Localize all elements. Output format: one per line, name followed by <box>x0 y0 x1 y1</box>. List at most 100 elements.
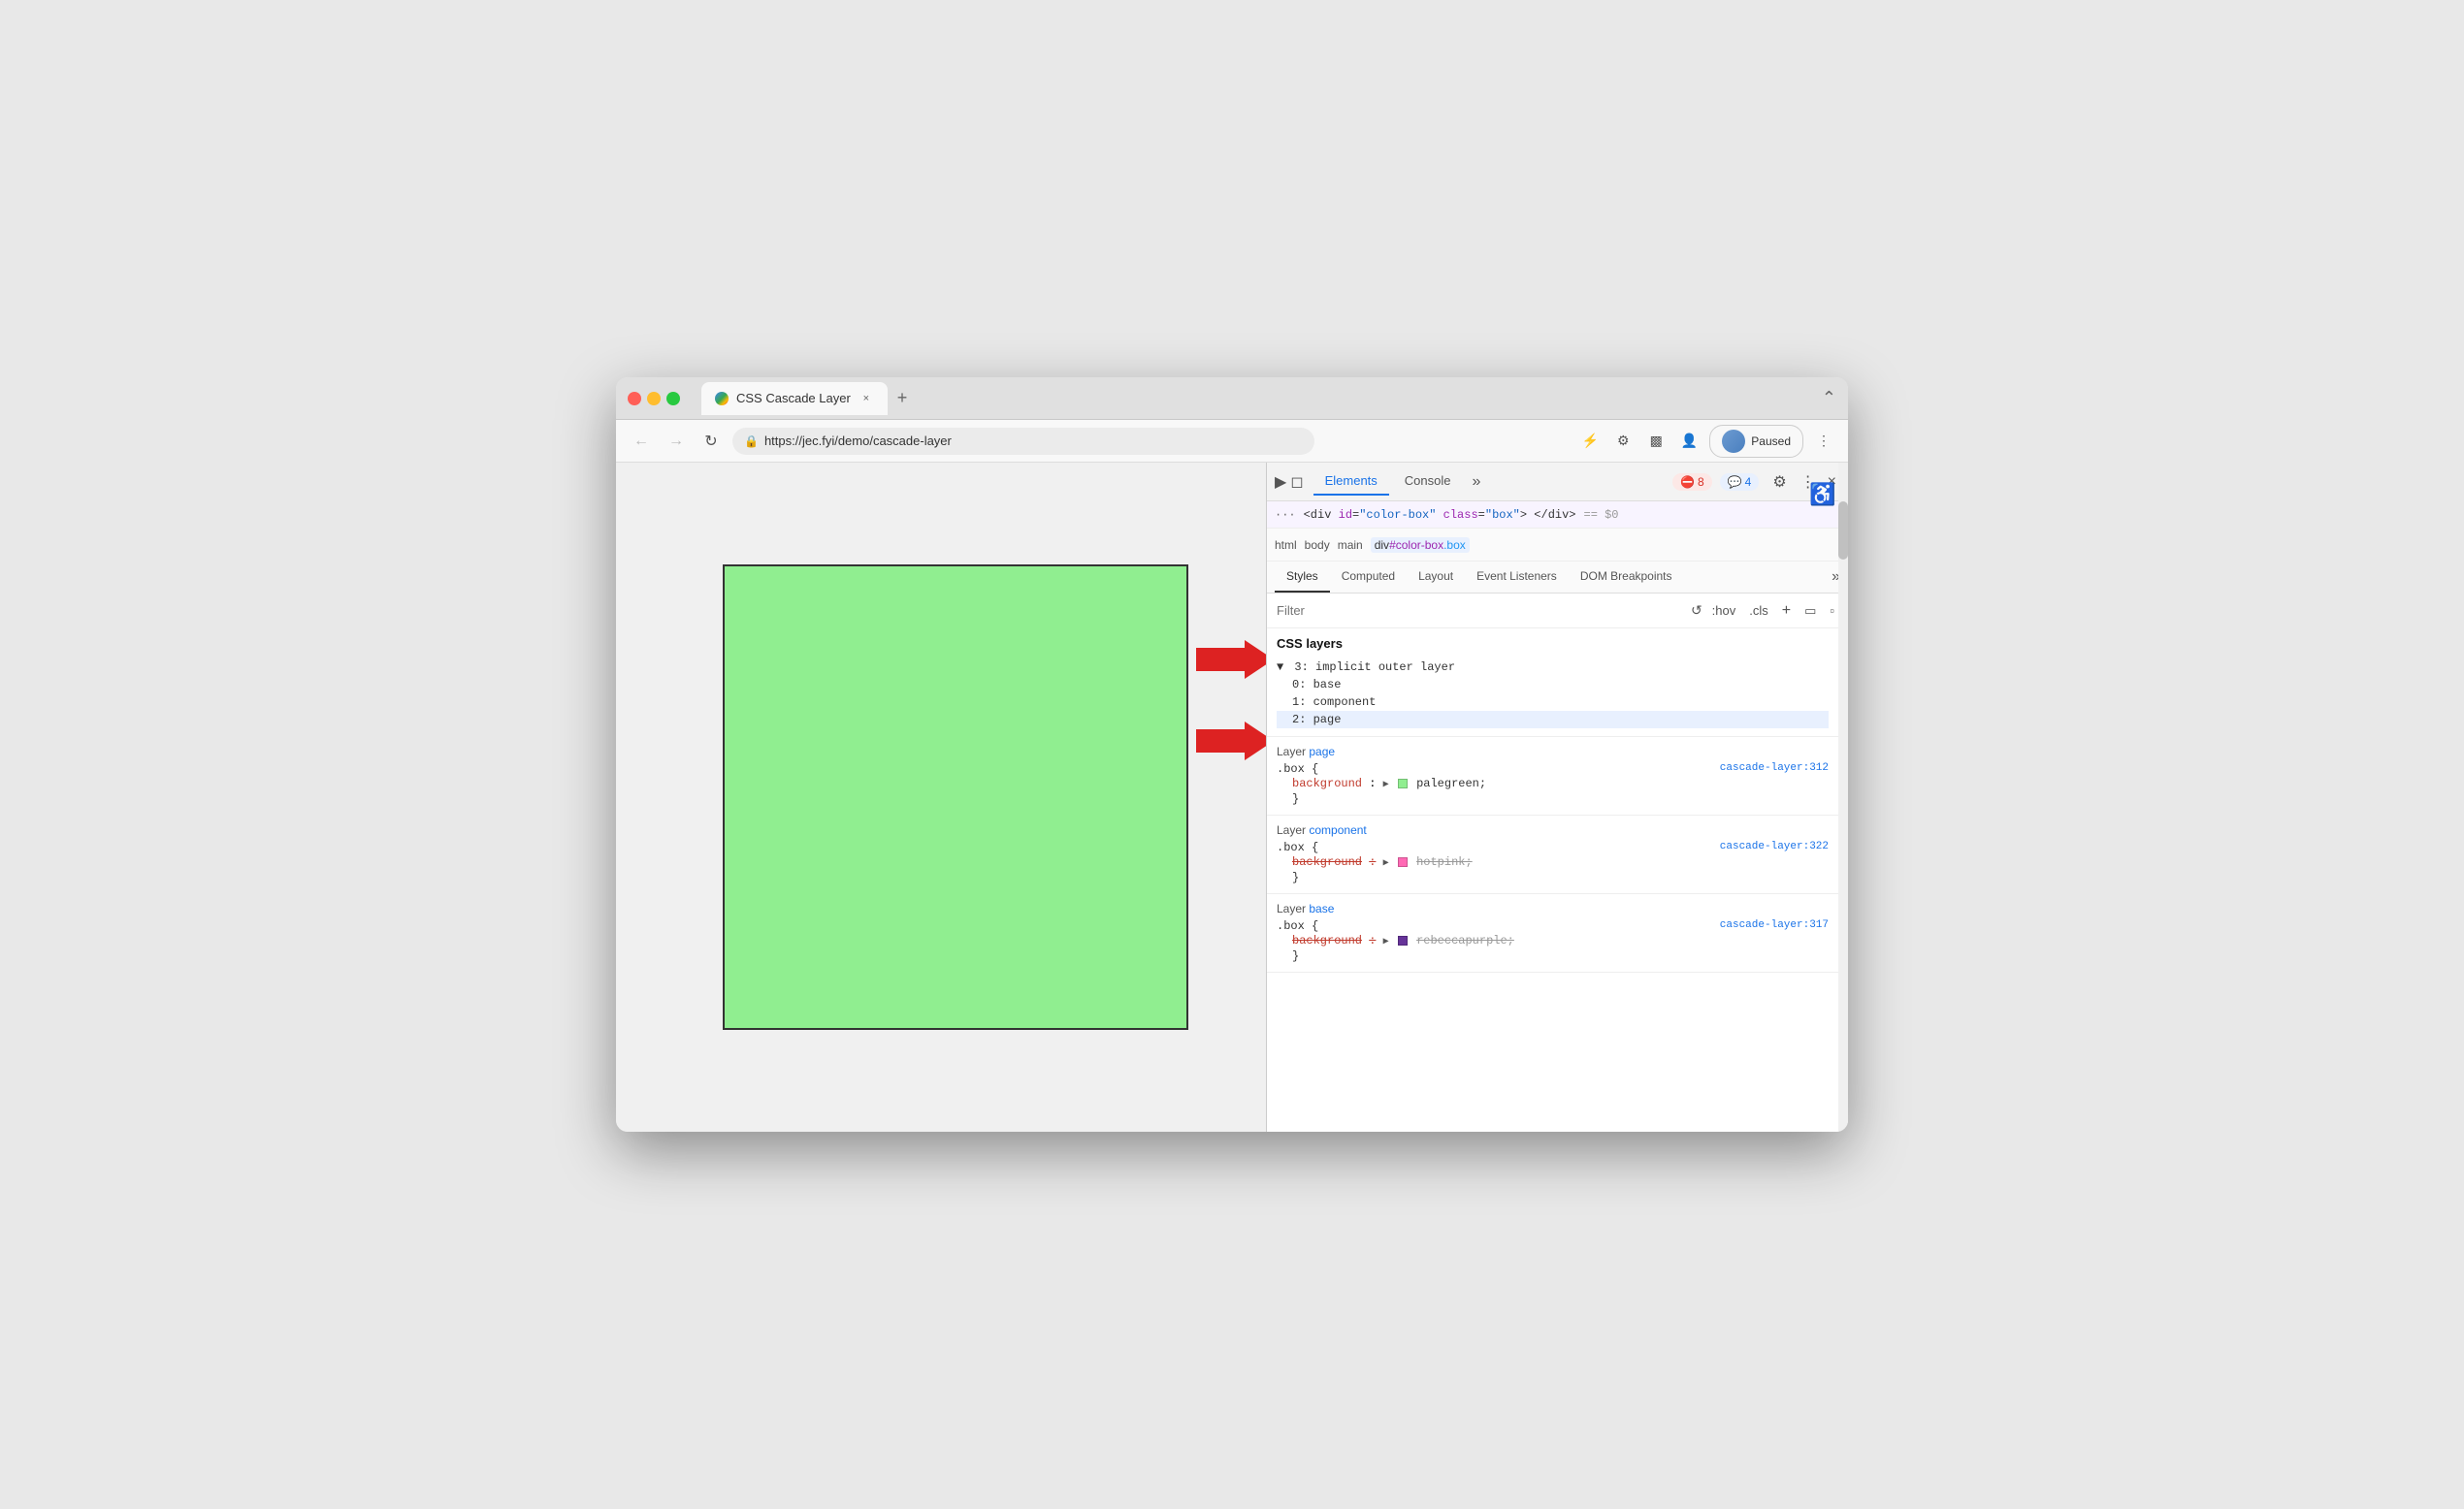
base-selector-text: .box { <box>1277 919 1318 933</box>
menu-button[interactable]: ⋮ <box>1811 429 1836 454</box>
subtab-computed[interactable]: Computed <box>1330 562 1407 593</box>
url-bar[interactable]: 🔒 https://jec.fyi/demo/cascade-layer <box>732 428 1314 455</box>
breadcrumb: html body main div#color-box.box <box>1267 529 1848 562</box>
new-tab-button[interactable]: + <box>892 388 914 408</box>
filter-add[interactable]: + <box>1778 600 1795 622</box>
layer-parent[interactable]: ▼ 3: implicit outer layer <box>1277 658 1829 676</box>
filter-toggle[interactable]: ▫ <box>1826 601 1838 620</box>
color-swatch-rebeccapurple[interactable] <box>1398 936 1408 946</box>
tab-close-icon[interactable]: × <box>859 391 874 406</box>
css-rule-page: Layer page .box { cascade-layer:312 back… <box>1267 737 1838 816</box>
cast-icon[interactable]: ▩ <box>1643 429 1669 454</box>
filter-bar: ↺ :hov .cls + ▭ ▫ <box>1267 594 1848 628</box>
layer-page-link[interactable]: page <box>1309 745 1335 758</box>
layer-page-item-highlighted[interactable]: 2: page <box>1277 711 1829 728</box>
lock-icon: 🔒 <box>744 434 759 448</box>
layer-component-item[interactable]: 1: component <box>1277 693 1829 711</box>
extensions-icon[interactable]: ⚡ <box>1577 429 1603 454</box>
filter-cls[interactable]: .cls <box>1745 601 1772 620</box>
breadcrumb-class-part: .box <box>1443 538 1466 552</box>
tab-menu-button[interactable]: ⌃ <box>1822 388 1836 408</box>
css-selector-component: .box { cascade-layer:322 <box>1277 841 1829 854</box>
layer-base-rule-label: Layer base <box>1277 902 1829 915</box>
prop-name-bg-struck: background <box>1292 855 1362 869</box>
dom-dots: ··· <box>1275 508 1296 522</box>
filter-actions: ↺ :hov .cls + ▭ ▫ <box>1691 600 1838 622</box>
minimize-button[interactable] <box>647 392 661 405</box>
reload-button[interactable]: ↻ <box>697 428 725 455</box>
forward-button[interactable]: → <box>663 428 690 455</box>
devtools-toolbar: ▶ ◻ Elements Console » ⛔ 8 💬 4 ⚙ ⋮ <box>1267 463 1848 501</box>
tab-elements[interactable]: Elements <box>1313 467 1389 496</box>
devtools-icon[interactable]: ⚙ <box>1610 429 1636 454</box>
back-button[interactable]: ← <box>628 428 655 455</box>
color-arrow-base[interactable]: ▶ <box>1383 937 1389 947</box>
css-close-page: } <box>1277 791 1829 807</box>
warning-icon: 💬 <box>1728 475 1742 489</box>
prop-name-bg: background <box>1292 777 1362 790</box>
prop-val-hotpink: hotpink; <box>1416 855 1473 869</box>
layer-base-link[interactable]: base <box>1309 902 1334 915</box>
subtab-styles[interactable]: Styles <box>1275 562 1330 593</box>
prop-val-rebeccapurple: rebeccapurple; <box>1416 934 1514 947</box>
css-layers-title: CSS layers <box>1277 636 1829 651</box>
color-swatch-palegreen[interactable] <box>1398 779 1408 788</box>
breadcrumb-main[interactable]: main <box>1338 538 1363 552</box>
traffic-lights <box>628 392 680 405</box>
dom-node-line: ··· <div id = "color-box" class = "box" … <box>1267 501 1848 529</box>
profile-icon[interactable]: 👤 <box>1676 429 1702 454</box>
layer-base-item[interactable]: 0: base <box>1277 676 1829 693</box>
page-source-link[interactable]: cascade-layer:312 <box>1720 762 1829 774</box>
subtab-dom-breakpoints[interactable]: DOM Breakpoints <box>1569 562 1684 593</box>
paused-label: Paused <box>1751 434 1791 448</box>
green-box <box>723 564 1188 1030</box>
tab-console[interactable]: Console <box>1393 467 1463 496</box>
component-selector-text: .box { <box>1277 841 1318 854</box>
prop-val-palegreen: palegreen; <box>1416 777 1486 790</box>
settings-icon[interactable]: ⚙ <box>1767 472 1792 492</box>
prop-sep-base-struck: : <box>1369 934 1376 947</box>
dom-id-attr-value: "color-box" <box>1359 508 1436 522</box>
tab-bar: CSS Cascade Layer × + ⌃ <box>701 382 1836 415</box>
error-badge: ⛔ 8 <box>1672 473 1712 491</box>
breadcrumb-html[interactable]: html <box>1275 538 1297 552</box>
title-bar: CSS Cascade Layer × + ⌃ <box>616 377 1848 420</box>
avatar <box>1722 430 1745 453</box>
component-source-link[interactable]: cascade-layer:322 <box>1720 841 1829 852</box>
filter-new-style[interactable]: ▭ <box>1800 601 1820 621</box>
main-content: ▶ ◻ Elements Console » ⛔ 8 💬 4 ⚙ ⋮ <box>616 463 1848 1132</box>
tab-title: CSS Cascade Layer <box>736 391 851 405</box>
base-source-link[interactable]: cascade-layer:317 <box>1720 919 1829 931</box>
active-tab[interactable]: CSS Cascade Layer × <box>701 382 888 415</box>
filter-input[interactable] <box>1277 603 1683 618</box>
breadcrumb-selected[interactable]: div#color-box.box <box>1371 537 1470 553</box>
css-close-component: } <box>1277 870 1829 885</box>
layer-page-label-text: Layer <box>1277 745 1306 758</box>
layer-base-label: 0: base <box>1292 678 1341 691</box>
maximize-button[interactable] <box>666 392 680 405</box>
layer-component-link[interactable]: component <box>1309 823 1366 837</box>
accessibility-icon[interactable]: ♿ <box>1809 482 1838 525</box>
scrollbar-thumb[interactable] <box>1838 501 1848 560</box>
prop-name-bg-base-struck: background <box>1292 934 1362 947</box>
color-swatch-hotpink[interactable] <box>1398 857 1408 867</box>
subtab-layout[interactable]: Layout <box>1407 562 1465 593</box>
breadcrumb-body[interactable]: body <box>1305 538 1330 552</box>
filter-hov[interactable]: :hov <box>1708 601 1740 620</box>
close-button[interactable] <box>628 392 641 405</box>
css-selector-page: .box { cascade-layer:312 <box>1277 762 1829 776</box>
paused-button[interactable]: Paused <box>1709 425 1803 458</box>
subtab-event-listeners[interactable]: Event Listeners <box>1465 562 1569 593</box>
css-close-base: } <box>1277 948 1829 964</box>
tab-more-icon[interactable]: » <box>1467 473 1487 491</box>
filter-refresh-icon[interactable]: ↺ <box>1691 602 1702 619</box>
color-arrow-comp[interactable]: ▶ <box>1383 858 1389 869</box>
scrollbar[interactable] <box>1838 463 1848 1132</box>
device-toolbar-icon[interactable]: ◻ <box>1290 472 1303 492</box>
inspect-element-icon[interactable]: ▶ <box>1275 472 1286 492</box>
dom-class-attr-value: "box" <box>1485 508 1520 522</box>
error-count: 8 <box>1698 475 1704 489</box>
warning-count: 4 <box>1745 475 1752 489</box>
layer-component-rule-label: Layer component <box>1277 823 1829 837</box>
color-arrow-icon[interactable]: ▶ <box>1383 780 1389 790</box>
